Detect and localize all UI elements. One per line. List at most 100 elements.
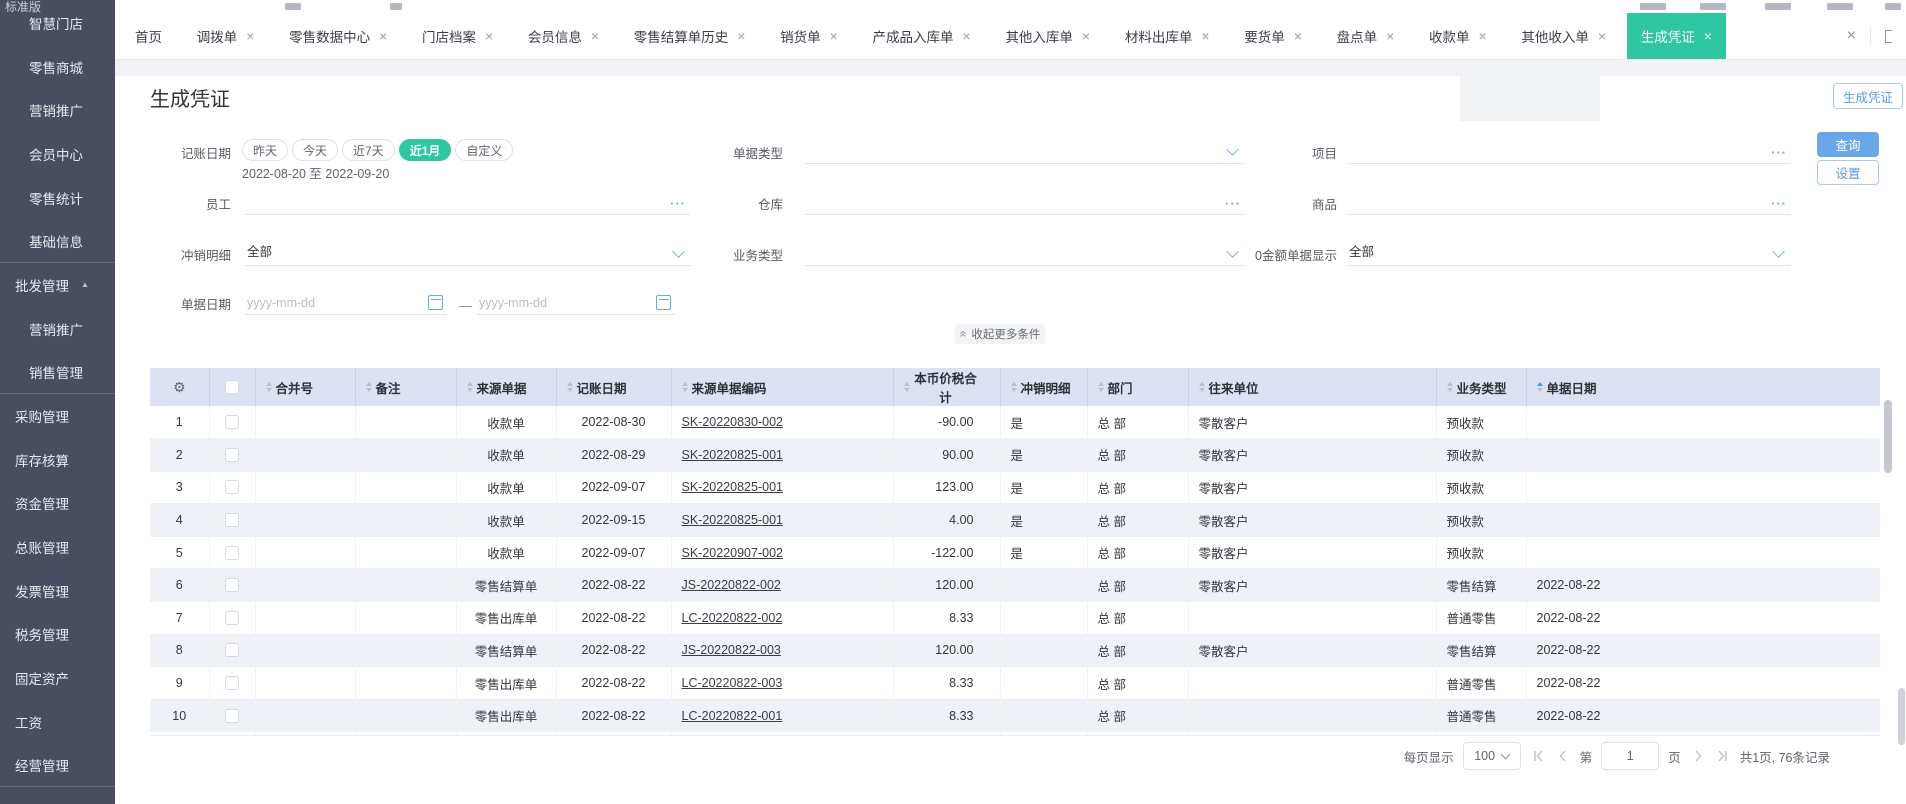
source-code-link[interactable]: LC-20220822-002	[682, 611, 783, 625]
sidebar-item[interactable]: 经营管理	[0, 744, 115, 788]
calendar-icon[interactable]	[656, 295, 671, 310]
tab-item[interactable]: 产成品入库单 ×	[859, 13, 985, 59]
tab-item[interactable]: 其他收入单 ×	[1507, 13, 1620, 59]
tab-item[interactable]: 首页	[121, 13, 176, 59]
tab-item[interactable]: 要货单 ×	[1230, 13, 1316, 59]
tab-close-icon[interactable]: ×	[1386, 28, 1394, 44]
sort-icon[interactable]	[1010, 382, 1017, 392]
checkbox[interactable]	[225, 610, 239, 625]
more-icon[interactable]: ···	[1771, 197, 1787, 210]
generate-voucher-button[interactable]: 生成凭证	[1833, 83, 1903, 109]
tab-item[interactable]: 销货单 ×	[766, 13, 852, 59]
source-code-link[interactable]: JS-20220822-002	[682, 578, 781, 592]
goods-input[interactable]: ···	[1347, 188, 1791, 215]
checkbox[interactable]	[225, 545, 239, 560]
checkbox[interactable]	[225, 578, 239, 593]
source-code-link[interactable]: JS-20220822-003	[682, 643, 781, 657]
select-all-checkbox[interactable]	[225, 380, 239, 394]
checkbox[interactable]	[225, 447, 239, 462]
source-code-link[interactable]: SK-20220907-002	[682, 546, 783, 560]
tab-item[interactable]: 会员信息 ×	[514, 13, 613, 59]
sidebar-item[interactable]: 固定资产	[0, 656, 115, 700]
source-code-link[interactable]: SK-20220825-001	[682, 480, 783, 494]
sidebar-item[interactable]: 总账管理	[0, 525, 115, 569]
tab-close-icon[interactable]: ×	[963, 28, 971, 44]
sidebar-item[interactable]: 营销推广	[0, 307, 115, 351]
checkbox[interactable]	[225, 708, 239, 723]
sidebar-item[interactable]: 营销推广	[0, 88, 115, 132]
window-scrollbar-thumb[interactable]	[1898, 688, 1905, 745]
sidebar-item[interactable]: 会员中心	[0, 132, 115, 176]
page-number-input[interactable]: 1	[1601, 742, 1660, 770]
tab-item[interactable]: 盘点单 ×	[1323, 13, 1409, 59]
project-input[interactable]: ···	[1347, 137, 1791, 164]
sort-icon[interactable]	[1446, 382, 1453, 392]
sidebar-item[interactable]: 销售管理	[0, 351, 115, 395]
tab-item[interactable]: 材料出库单 ×	[1111, 13, 1224, 59]
quick-date-button[interactable]: 自定义	[455, 139, 514, 161]
tab-close-icon[interactable]: ×	[591, 28, 599, 44]
source-code-link[interactable]: SK-20220825-001	[682, 513, 783, 527]
sort-icon[interactable]	[903, 382, 910, 392]
tab-close-icon[interactable]: ×	[737, 28, 745, 44]
quick-date-button[interactable]: 近1月	[398, 139, 452, 161]
checkbox[interactable]	[225, 676, 239, 691]
sidebar-item[interactable]: 基础信息	[0, 219, 115, 264]
collapse-filters-button[interactable]: « 收起更多条件	[955, 324, 1045, 344]
checkbox[interactable]	[225, 415, 239, 430]
doc-type-select[interactable]	[805, 137, 1245, 164]
query-button[interactable]: 查询	[1817, 132, 1879, 157]
tab-close-icon[interactable]: ×	[1479, 28, 1487, 44]
sidebar-item[interactable]: 发票管理	[0, 569, 115, 613]
source-code-link[interactable]: LC-20220822-003	[682, 676, 783, 690]
sort-icon[interactable]	[1097, 382, 1104, 392]
sidebar-item[interactable]: 零售商城	[0, 45, 115, 89]
last-page-button[interactable]	[1715, 748, 1731, 764]
sort-icon[interactable]	[681, 382, 688, 392]
sidebar-item[interactable]: 税务管理	[0, 613, 115, 657]
tab-close-icon[interactable]: ×	[1294, 28, 1302, 44]
sidebar-item[interactable]: 批发管理 ▲	[0, 263, 115, 307]
employee-input[interactable]: ···	[245, 188, 690, 215]
sort-icon[interactable]	[365, 382, 372, 392]
sidebar-item[interactable]: 库存核算	[0, 438, 115, 482]
gear-icon[interactable]: ⚙	[173, 379, 186, 396]
expand-tabs-icon[interactable]	[1885, 29, 1892, 43]
tab-item[interactable]: 其他入库单 ×	[991, 13, 1104, 59]
tab-item[interactable]: 调拨单 ×	[183, 13, 269, 59]
first-page-button[interactable]	[1530, 748, 1546, 764]
zero-amount-select[interactable]: 全部	[1347, 239, 1791, 266]
writeoff-select[interactable]: 全部	[245, 239, 691, 266]
tab-item[interactable]: 生成凭证 ×	[1626, 13, 1726, 59]
source-code-link[interactable]: SK-20220830-002	[682, 415, 783, 429]
tab-item[interactable]: 收款单 ×	[1415, 13, 1501, 59]
sort-icon[interactable]	[466, 382, 473, 392]
per-page-select[interactable]: 100	[1462, 742, 1521, 770]
checkbox[interactable]	[225, 513, 239, 528]
warehouse-input[interactable]: ···	[805, 188, 1245, 215]
tab-close-icon[interactable]: ×	[1704, 28, 1712, 44]
vertical-scrollbar-thumb[interactable]	[1884, 400, 1892, 473]
calendar-icon[interactable]	[428, 295, 443, 310]
tab-close-icon[interactable]: ×	[1201, 28, 1209, 44]
quick-date-button[interactable]: 今天	[292, 139, 339, 161]
tab-close-icon[interactable]: ×	[485, 28, 493, 44]
sort-icon[interactable]	[1198, 382, 1205, 392]
source-code-link[interactable]: SK-20220825-001	[682, 448, 783, 462]
sort-icon[interactable]	[265, 382, 272, 392]
quick-date-button[interactable]: 近7天	[342, 139, 395, 161]
tab-close-icon[interactable]: ×	[830, 28, 838, 44]
next-page-button[interactable]	[1690, 748, 1706, 764]
sort-icon[interactable]	[1536, 382, 1543, 392]
checkbox[interactable]	[225, 480, 239, 495]
doc-date-start-input[interactable]: yyyy-mm-dd	[245, 288, 447, 315]
close-all-tabs-icon[interactable]: ×	[1847, 27, 1856, 45]
tab-close-icon[interactable]: ×	[379, 28, 387, 44]
tab-close-icon[interactable]: ×	[246, 28, 254, 44]
sidebar-item[interactable]: 资金管理	[0, 482, 115, 526]
checkbox[interactable]	[225, 643, 239, 658]
prev-page-button[interactable]	[1555, 748, 1571, 764]
quick-date-button[interactable]: 昨天	[242, 139, 289, 161]
sidebar-item[interactable]: 采购管理	[0, 394, 115, 438]
tab-close-icon[interactable]: ×	[1082, 28, 1090, 44]
